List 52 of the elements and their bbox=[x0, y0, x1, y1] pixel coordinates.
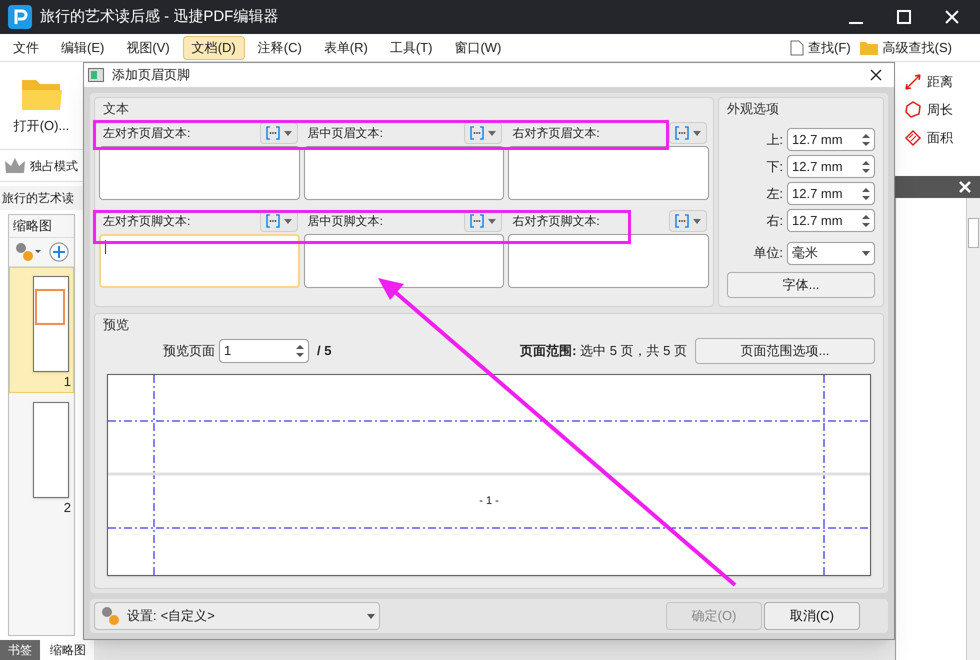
menu-item[interactable]: 文档(D) bbox=[182, 36, 245, 60]
page-number: - 1 - bbox=[479, 494, 499, 509]
menu-item[interactable]: 注释(C) bbox=[248, 36, 311, 60]
dialog-title: 添加页眉页脚 bbox=[112, 66, 190, 84]
dialog-button[interactable]: 取消(C) bbox=[764, 602, 860, 630]
open-button[interactable]: 打开(O)... bbox=[10, 116, 74, 136]
search-button[interactable]: 查找(F) bbox=[808, 38, 851, 58]
page-spinbox[interactable]: 1 bbox=[219, 339, 309, 363]
margin-spinbox[interactable]: 12.7 mm bbox=[787, 128, 875, 151]
field-label: 右对齐页脚文本: bbox=[512, 213, 601, 230]
menu-item[interactable]: 视图(V) bbox=[117, 36, 179, 60]
field-label: 左对齐页眉文本: bbox=[103, 125, 192, 142]
field-label: 单位: bbox=[753, 244, 783, 262]
field-label: 上: bbox=[766, 130, 783, 149]
page-thumbnail-item[interactable]: 1 bbox=[9, 267, 74, 393]
font-button[interactable]: 字体... bbox=[727, 272, 875, 298]
page-range-button[interactable]: 页面范围选项... bbox=[695, 338, 875, 364]
measure-tool-button[interactable]: 距离 bbox=[927, 72, 953, 92]
margin-spinbox[interactable]: 12.7 mm bbox=[787, 209, 875, 232]
menu-item[interactable]: 工具(T) bbox=[380, 36, 442, 60]
field-label: 右对齐页眉文本: bbox=[512, 125, 601, 142]
document-tab[interactable]: 旅行的艺术读 bbox=[0, 186, 83, 210]
group-title: 外观选项 bbox=[726, 100, 780, 118]
measure-tool-button[interactable]: 周长 bbox=[927, 100, 953, 120]
page-thumbnail-item[interactable]: 2 bbox=[9, 393, 74, 519]
menu-item[interactable]: 窗口(W) bbox=[445, 36, 510, 60]
field-label: 右: bbox=[766, 212, 783, 230]
field-label: 居中页脚文本: bbox=[308, 213, 384, 230]
field-label: 预览页面 bbox=[163, 342, 215, 360]
window-title: 旅行的艺术读后感 - 迅捷PDF编辑器 bbox=[40, 6, 278, 27]
settings-dropdown[interactable]: 设置: <自定义> bbox=[94, 602, 380, 630]
page-range-text: 页面范围: 选中 5 页，共 5 页 bbox=[520, 342, 687, 360]
field-label: 左对齐页脚文本: bbox=[103, 213, 192, 230]
search-button[interactable]: 高级查找(S) bbox=[882, 38, 952, 58]
margin-spinbox[interactable]: 12.7 mm bbox=[787, 155, 875, 178]
panel-title: 缩略图 bbox=[12, 217, 53, 236]
group-title: 文本 bbox=[102, 100, 130, 118]
mode-button[interactable]: 独占模式 bbox=[30, 156, 78, 174]
margin-spinbox[interactable]: 12.7 mm bbox=[787, 182, 875, 205]
menu-item[interactable]: 编辑(E) bbox=[52, 36, 114, 60]
field-label: 左: bbox=[766, 184, 783, 203]
measure-tool-button[interactable]: 面积 bbox=[927, 128, 953, 148]
page-total: / 5 bbox=[317, 342, 332, 360]
page-label: 2 bbox=[64, 499, 71, 517]
group-title: 预览 bbox=[102, 316, 130, 334]
menu-item[interactable]: 文件 bbox=[4, 36, 48, 60]
field-label: 居中页眉文本: bbox=[308, 125, 384, 142]
unit-dropdown[interactable]: 毫米 bbox=[787, 242, 875, 264]
page-label: 1 bbox=[64, 373, 71, 391]
panel-tab[interactable]: 书签 bbox=[0, 640, 40, 660]
menu-item[interactable]: 表单(R) bbox=[314, 36, 377, 60]
field-label: 下: bbox=[766, 158, 783, 176]
